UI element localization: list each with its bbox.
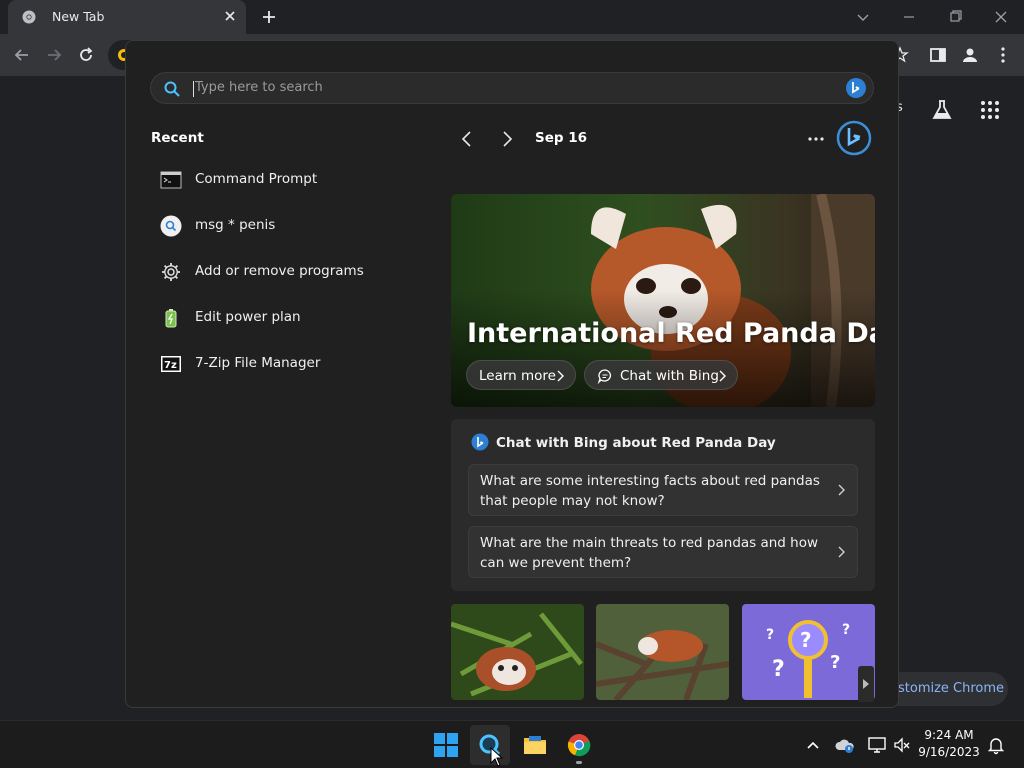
forward-arrow-icon[interactable] — [44, 45, 64, 65]
hero-title: International Red Panda Day — [467, 318, 875, 349]
taskbar: 9:24 AM 9/16/2023 — [0, 720, 1024, 768]
volume-muted-icon[interactable] — [892, 735, 912, 755]
search-placeholder: Type here to search — [195, 80, 323, 95]
close-window-icon[interactable] — [991, 7, 1011, 27]
recent-item-label: Add or remove programs — [195, 263, 364, 279]
chevron-down-icon[interactable] — [853, 7, 873, 27]
suggestion-text: What are some interesting facts about re… — [480, 473, 820, 509]
thumbnail-red-panda-tree[interactable] — [596, 604, 729, 700]
chevron-right-icon — [557, 370, 564, 382]
windows-logo-icon — [434, 733, 458, 757]
7zip-icon: 7z — [161, 356, 181, 372]
search-flyout: Type here to search Recent Command Promp… — [125, 40, 899, 708]
suggestion-text: What are the main threats to red pandas … — [480, 535, 819, 571]
recent-item-add-remove-programs[interactable]: Add or remove programs — [150, 253, 420, 291]
suggestion-item[interactable]: What are the main threats to red pandas … — [468, 526, 858, 578]
chrome-tabstrip: New Tab — [0, 0, 1024, 34]
chrome-logo-icon — [22, 10, 36, 24]
recent-item-label: 7-Zip File Manager — [195, 355, 321, 371]
clock-time[interactable]: 9:24 AM — [918, 728, 980, 742]
learn-more-button[interactable]: Learn more — [466, 360, 576, 390]
chevron-right-icon — [838, 484, 845, 496]
svg-text:?: ? — [830, 652, 840, 673]
recent-item-label: Edit power plan — [195, 309, 301, 325]
highlight-date: Sep 16 — [535, 130, 588, 146]
chevron-right-icon[interactable] — [497, 129, 517, 149]
suggestion-item[interactable]: What are some interesting facts about re… — [468, 464, 858, 516]
recent-heading: Recent — [151, 130, 204, 146]
scroll-right-button[interactable] — [858, 666, 874, 702]
chat-with-bing-card: Chat with Bing about Red Panda Day What … — [451, 419, 875, 591]
bing-chat-icon — [471, 433, 489, 451]
svg-text:?: ? — [800, 628, 812, 652]
new-tab-button[interactable] — [260, 8, 278, 26]
tab-title: New Tab — [52, 9, 105, 24]
chat-card-title: Chat with Bing about Red Panda Day — [496, 435, 776, 451]
labs-flask-icon[interactable] — [930, 98, 954, 122]
svg-text:?: ? — [766, 627, 774, 643]
recent-item-label: msg * penis — [195, 217, 276, 233]
close-icon[interactable] — [222, 8, 238, 24]
chevron-left-icon[interactable] — [457, 129, 477, 149]
chat-with-bing-button[interactable]: Chat with Bing — [584, 360, 738, 390]
chat-bubble-icon — [597, 369, 611, 384]
gear-icon — [162, 263, 180, 281]
minimize-icon[interactable] — [899, 7, 919, 27]
svg-text:?: ? — [772, 657, 785, 682]
chrome-logo-icon — [567, 734, 591, 757]
customize-chrome-label: stomize Chrome — [898, 681, 1005, 696]
side-panel-icon[interactable] — [928, 45, 948, 65]
notification-bell-icon[interactable] — [986, 735, 1006, 755]
red-panda-tree-image — [596, 604, 729, 700]
search-result-icon — [160, 215, 182, 237]
svg-text:7z: 7z — [164, 360, 177, 371]
chrome-taskbar-button[interactable] — [559, 725, 599, 765]
profile-icon[interactable] — [960, 45, 980, 65]
cmd-icon — [160, 171, 182, 189]
recent-item-7zip[interactable]: 7z 7-Zip File Manager — [150, 345, 420, 383]
chevron-right-icon — [719, 370, 726, 382]
red-panda-bamboo-image — [451, 604, 584, 700]
learn-more-label: Learn more — [479, 368, 556, 384]
onedrive-icon[interactable] — [835, 735, 855, 755]
search-icon — [164, 81, 180, 97]
question-marks-image: ? ? ? ? ? — [742, 604, 875, 700]
chat-with-bing-label: Chat with Bing — [620, 368, 719, 384]
reload-icon[interactable] — [76, 45, 96, 65]
tab-new-tab[interactable]: New Tab — [8, 0, 246, 34]
search-input[interactable]: Type here to search — [150, 72, 874, 104]
recent-item-command-prompt[interactable]: Command Prompt — [150, 161, 420, 199]
start-button[interactable] — [426, 725, 466, 765]
running-indicator — [576, 761, 582, 764]
bing-icon[interactable] — [836, 120, 872, 156]
mouse-cursor-icon — [490, 747, 504, 767]
chevron-up-icon[interactable] — [803, 735, 823, 755]
hero-card[interactable]: International Red Panda Day Learn more C… — [451, 194, 875, 407]
clock-date[interactable]: 9/16/2023 — [918, 745, 980, 759]
text-caret — [193, 81, 194, 97]
caret-right-icon — [863, 679, 869, 689]
google-apps-icon[interactable] — [980, 100, 1000, 120]
more-options-icon[interactable] — [804, 129, 828, 149]
chevron-right-icon — [838, 546, 845, 558]
file-explorer-button[interactable] — [515, 725, 555, 765]
svg-text:?: ? — [842, 622, 850, 638]
bing-chat-icon[interactable] — [845, 77, 867, 99]
recent-item-label: Command Prompt — [195, 171, 318, 187]
recent-item-edit-power-plan[interactable]: Edit power plan — [150, 299, 420, 337]
restore-icon[interactable] — [945, 7, 965, 27]
back-arrow-icon[interactable] — [12, 45, 32, 65]
thumbnail-red-panda-bamboo[interactable] — [451, 604, 584, 700]
kebab-menu-icon[interactable] — [993, 45, 1013, 65]
network-icon[interactable] — [867, 735, 887, 755]
battery-icon — [165, 309, 177, 328]
recent-item-msg[interactable]: msg * penis — [150, 207, 420, 245]
thumbnail-question-marks[interactable]: ? ? ? ? ? — [742, 604, 875, 700]
folder-icon — [524, 736, 546, 754]
